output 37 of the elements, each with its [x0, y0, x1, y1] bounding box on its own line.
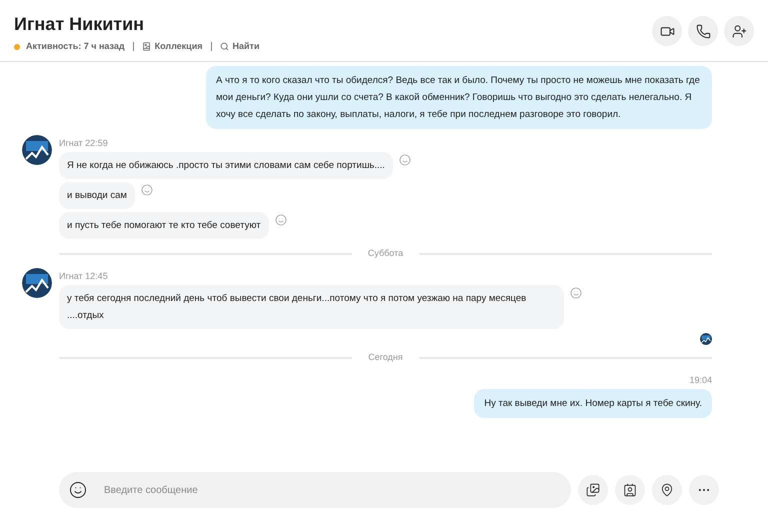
reaction-icon[interactable]: [140, 184, 153, 196]
reaction-icon[interactable]: [398, 154, 411, 166]
collection-link[interactable]: Коллекция: [142, 40, 203, 54]
video-call-button[interactable]: [652, 16, 682, 46]
location-button[interactable]: [652, 475, 682, 505]
date-divider: Сегодня: [368, 351, 403, 364]
image-icon: [142, 42, 151, 52]
sender-time: Игнат 22:59: [59, 137, 109, 149]
avatar-icon: [22, 135, 52, 165]
media-button[interactable]: [578, 475, 608, 505]
sender-time: Игнат 12:45: [59, 270, 109, 282]
received-message: и пусть тебе помогают те кто тебе советуют: [59, 212, 269, 239]
message-field[interactable]: Введите сообщение: [59, 472, 571, 508]
contact-name: Игнат Никитин: [14, 13, 146, 36]
avatar-icon: [700, 333, 712, 345]
avatar-icon: [22, 268, 52, 298]
received-message: у тебя сегодня последний день чтоб вывести свои деньги...потому что я потом уезжаю на пару месяцев ....отдых: [59, 285, 564, 329]
sent-message: А что я то кого сказал что ты обиделся? Ведь все так и было. Почему ты просто не можешь мне показать где мои деньги? Куда они ушли со счета? В какой обменник? Говоришь что выгодно это сделать нелегально. Я хочу все сделать по закону, выплаты, налоги, я тебе при последнем разговоре это говорил.: [206, 66, 712, 129]
call-button[interactable]: [688, 16, 718, 46]
received-message: Я не когда не обижаюсь .просто ты этими словами сам себе портишь....: [59, 152, 393, 179]
add-person-button[interactable]: [724, 16, 754, 46]
message-time: 19:04: [689, 374, 712, 387]
contact-card-icon: [623, 483, 637, 497]
activity-status: Активность: 7 ч назад: [26, 40, 125, 53]
reaction-icon[interactable]: [570, 287, 582, 299]
received-message: и выводи сам: [59, 182, 135, 209]
search-link[interactable]: Найти: [220, 40, 260, 54]
date-divider: Суббота: [368, 247, 404, 260]
add-person-icon: [732, 24, 746, 38]
contact-button[interactable]: [615, 475, 645, 505]
reaction-icon[interactable]: [274, 214, 287, 226]
sent-message: Ну так выведи мне их. Номер карты я тебе скину.: [474, 389, 712, 418]
images-icon: [586, 483, 600, 497]
location-pin-icon: [660, 483, 674, 497]
search-icon: [220, 42, 229, 52]
phone-icon: [696, 24, 710, 38]
emoji-icon[interactable]: [69, 481, 87, 499]
